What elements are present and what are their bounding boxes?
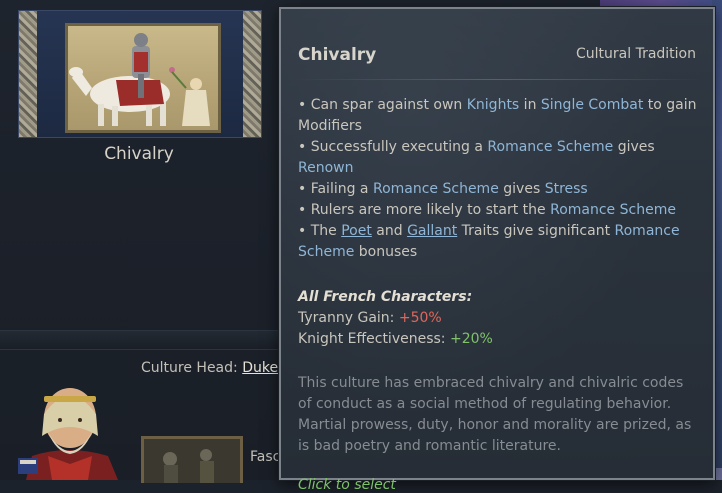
effect-text: • Failing a	[298, 181, 373, 197]
tooltip-body: • Can spar against own Knights in Single…	[298, 95, 700, 493]
effect-item: • Rulers are more likely to start the Ro…	[298, 200, 700, 221]
modifier-label: Tyranny Gain:	[298, 310, 399, 326]
effect-text: in	[519, 97, 541, 113]
culture-head-label: Culture Head:	[141, 360, 238, 376]
modifier-tyranny-gain: Tyranny Gain: +50%	[298, 308, 700, 329]
culture-head-link[interactable]: Duke	[242, 360, 278, 376]
effect-text: and	[371, 223, 408, 239]
poet-trait-link[interactable]: Poet	[341, 223, 372, 239]
culture-head-portrait[interactable]	[18, 378, 124, 480]
effect-item: • Successfully executing a Romance Schem…	[298, 137, 700, 179]
modifier-label: Knight Effectiveness:	[298, 331, 450, 347]
renown-link[interactable]: Renown	[298, 160, 353, 176]
effect-text: • Rulers are more likely to start the	[298, 202, 551, 218]
tooltip-type: Cultural Tradition	[576, 46, 696, 62]
tooltip-title: Chivalry	[298, 45, 377, 65]
stress-link[interactable]: Stress	[545, 181, 588, 197]
effect-item: • Failing a Romance Scheme gives Stress	[298, 179, 700, 200]
effect-text: Traits give significant	[457, 223, 615, 239]
effects-list: • Can spar against own Knights in Single…	[298, 95, 700, 263]
gallant-trait-link[interactable]: Gallant	[407, 223, 457, 239]
effect-text: gives	[498, 181, 545, 197]
effect-text: • The	[298, 223, 342, 239]
panel-divider	[0, 330, 300, 350]
modifier-value: +20%	[449, 331, 493, 347]
tradition-tooltip: Chivalry Cultural Tradition • Can spar a…	[279, 7, 715, 493]
faction-label-partial: Fasc	[250, 449, 281, 465]
effect-text: gives	[613, 139, 655, 155]
knight-on-horse-illustration	[65, 23, 221, 133]
effect-text: • Successfully executing a	[298, 139, 488, 155]
tooltip-separator	[293, 79, 701, 80]
modifier-knight-effectiveness: Knight Effectiveness: +20%	[298, 329, 700, 350]
effect-item: • The Poet and Gallant Traits give signi…	[298, 221, 700, 263]
decorative-pillar-left	[19, 11, 37, 137]
romance-scheme-link[interactable]: Romance Scheme	[373, 181, 499, 197]
knights-link[interactable]: Knights	[467, 97, 520, 113]
faction-card-thumbnail[interactable]	[141, 436, 243, 483]
effect-text: • Can spar against own	[298, 97, 467, 113]
culture-head-row: Culture Head: Duke	[141, 360, 278, 376]
romance-scheme-link[interactable]: Romance Scheme	[550, 202, 676, 218]
click-to-select-hint: Click to select	[298, 477, 396, 493]
decorative-pillar-right	[243, 11, 261, 137]
tradition-card-label: Chivalry	[104, 144, 174, 164]
effect-text: bonuses	[354, 244, 418, 260]
effect-item: • Can spar against own Knights in Single…	[298, 95, 700, 137]
tradition-card-chivalry[interactable]	[18, 10, 262, 138]
romance-scheme-link[interactable]: Romance Scheme	[487, 139, 613, 155]
modifier-group-heading: All French Characters:	[298, 289, 473, 305]
modifier-value: +50%	[398, 310, 442, 326]
single-combat-link[interactable]: Single Combat	[541, 97, 643, 113]
flavor-text: This culture has embraced chivalry and c…	[298, 375, 692, 454]
